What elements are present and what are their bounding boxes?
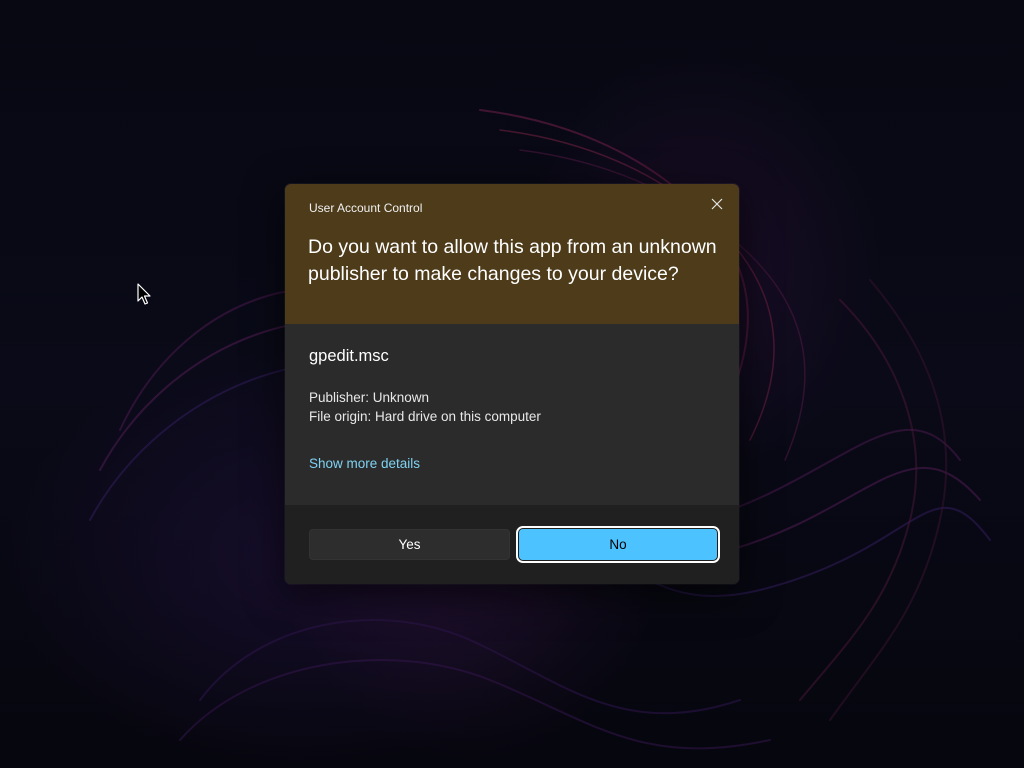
- dialog-title: User Account Control: [309, 201, 423, 215]
- show-more-details-link[interactable]: Show more details: [309, 456, 420, 471]
- dialog-body: gpedit.msc Publisher: Unknown File origi…: [285, 324, 739, 505]
- app-name: gpedit.msc: [309, 347, 389, 365]
- uac-dialog: User Account Control Do you want to allo…: [285, 184, 739, 584]
- close-icon: [711, 198, 723, 210]
- publisher-text: Publisher: Unknown: [309, 390, 430, 405]
- dialog-header: User Account Control Do you want to allo…: [285, 184, 739, 324]
- file-origin-text: File origin: Hard drive on this computer: [309, 409, 541, 424]
- yes-button[interactable]: Yes: [309, 529, 510, 560]
- dialog-footer: Yes No: [285, 505, 739, 584]
- mouse-pointer-icon: [137, 283, 151, 305]
- close-button[interactable]: [703, 190, 731, 218]
- consent-question: Do you want to allow this app from an un…: [308, 236, 717, 285]
- no-button[interactable]: No: [516, 526, 720, 563]
- desktop: User Account Control Do you want to allo…: [0, 0, 1024, 768]
